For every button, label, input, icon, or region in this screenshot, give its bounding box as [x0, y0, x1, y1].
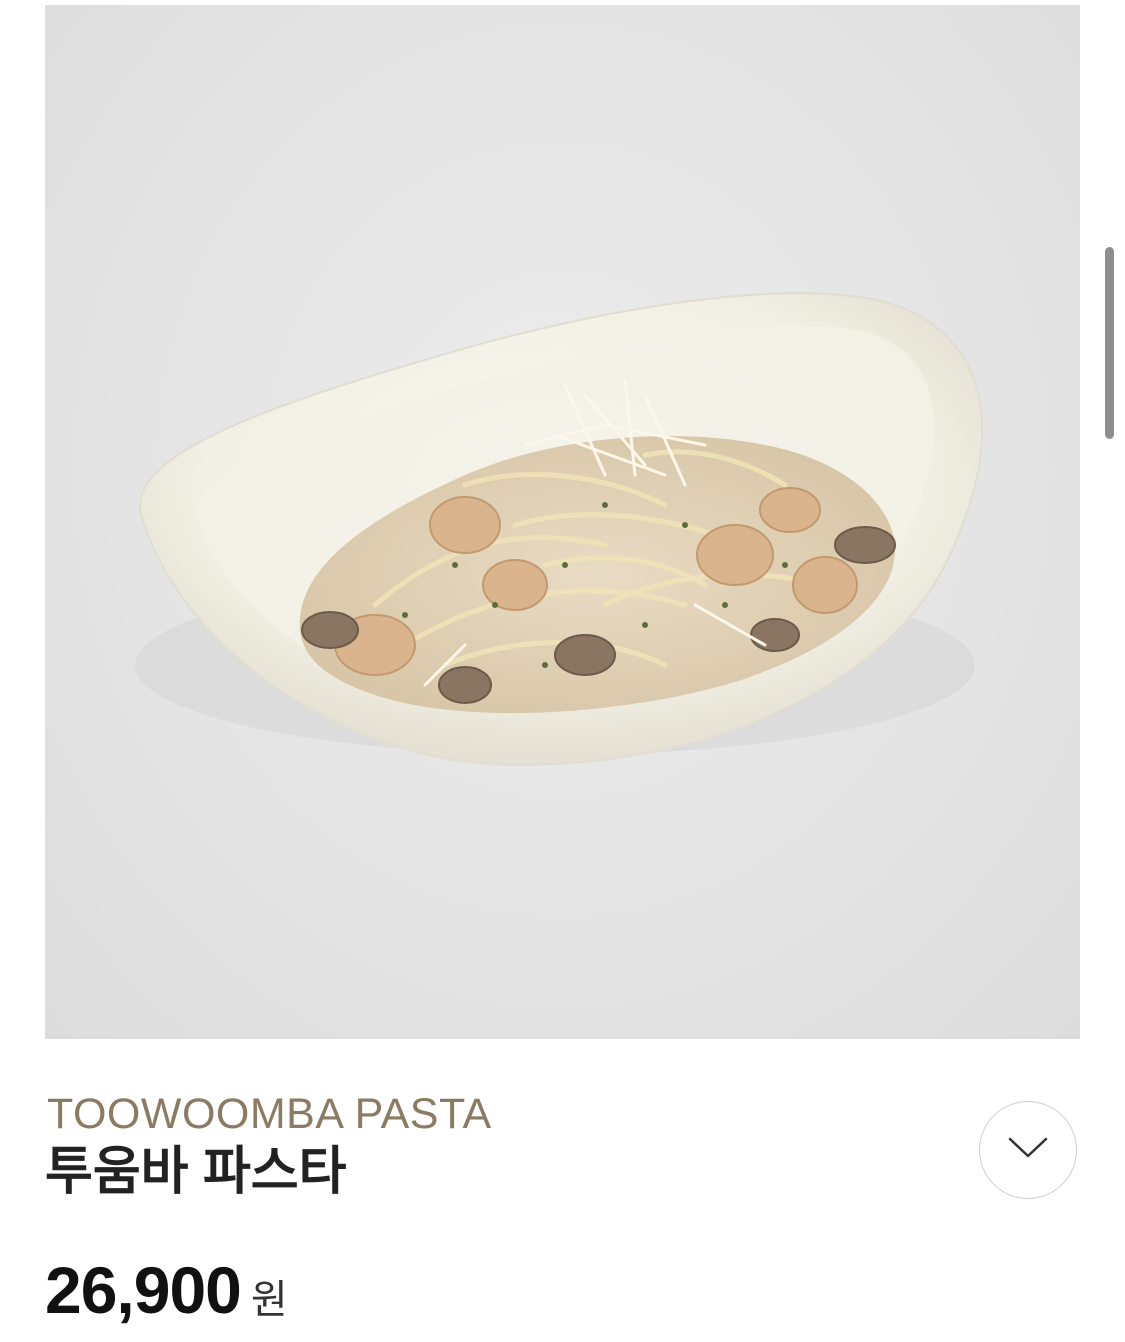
scrollbar[interactable] — [1105, 247, 1114, 439]
product-name-korean: 투움바 파스타 — [45, 1143, 347, 1201]
product-image — [45, 5, 1080, 1039]
product-detail-page: TOOWOOMBA PASTA 투움바 파스타 26,900 원 — [0, 0, 1125, 1342]
price-unit: 원 — [250, 1278, 288, 1322]
chevron-down-icon — [1006, 1135, 1050, 1166]
expand-details-button[interactable] — [979, 1101, 1077, 1199]
price-value: 26,900 — [45, 1253, 242, 1327]
price: 26,900 원 — [45, 1252, 288, 1342]
product-name-english: TOOWOOMBA PASTA — [47, 1090, 492, 1138]
